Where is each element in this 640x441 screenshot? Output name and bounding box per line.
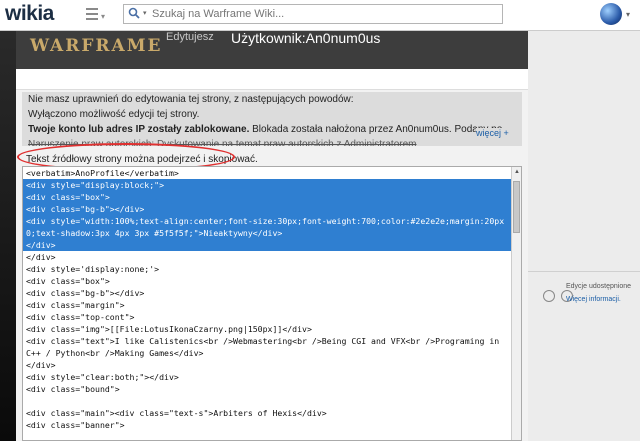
code-line: <div class="bg-b"></div>	[26, 288, 145, 298]
notice-line-1: Nie masz uprawnień do edytowania tej str…	[28, 94, 354, 105]
code-line: <div class="top-cont">	[26, 312, 135, 322]
code-line: <div class="margin">	[26, 300, 125, 310]
user-menu-chevron-icon[interactable]: ▾	[626, 10, 630, 19]
edit-toolbar-area	[16, 69, 528, 90]
code-line: <div class="box">	[26, 276, 110, 286]
site-logo[interactable]: WARFRAME	[30, 36, 163, 56]
code-line: </div>	[26, 252, 56, 262]
user-avatar-icon[interactable]	[600, 3, 622, 25]
source-text-area[interactable]: <verbatim>AnoProfile</verbatim> <div styl…	[22, 166, 522, 441]
code-line: <div class="bg-b"></div>	[26, 203, 145, 215]
code-line: <div style='display:none;'>	[26, 264, 160, 274]
block-detail: Blokada została nałożona przez An0num0us…	[249, 124, 503, 135]
block-reason-bold: Twoje konto lub adres IP zostały zabloko…	[28, 124, 250, 135]
license-more-link[interactable]: Więcej informacji.	[566, 296, 621, 303]
editing-label: Edytujesz	[166, 31, 214, 43]
code-line: <div class="text">I like Calistenics<br …	[26, 336, 500, 346]
editor-scrollbar[interactable]: ▲	[511, 167, 521, 440]
code-line: C++ / Python<br />Making Games</div>	[26, 348, 204, 358]
scrollbar-thumb[interactable]	[513, 181, 520, 233]
hamburger-menu-icon[interactable]: ▾	[86, 8, 108, 22]
search-input[interactable]	[152, 6, 492, 22]
code-line: </div>	[26, 360, 56, 370]
permission-notice: Nie masz uprawnień do edytowania tej str…	[22, 92, 522, 146]
cc-by-icon	[543, 290, 555, 302]
code-line: <verbatim>AnoProfile</verbatim>	[26, 168, 179, 178]
code-line: 0;text-shadow:3px 4px 3px #5f5f5f;">Niea…	[26, 227, 283, 239]
search-scope-chevron-icon[interactable]: ▾	[143, 9, 147, 17]
search-box[interactable]: ▾	[123, 4, 503, 24]
more-link[interactable]: więcej +	[476, 128, 509, 138]
code-line: <div class="main"><div class="text-s">Ar…	[26, 408, 327, 418]
background-art	[0, 31, 16, 441]
code-line: <div style="width:100%;text-align:center…	[26, 215, 505, 227]
code-line: </div>	[26, 239, 56, 251]
wikia-logo[interactable]: wikia	[5, 2, 54, 26]
notice-line-2: Wyłączono możliwość edycji tej strony.	[28, 109, 200, 120]
right-rail-divider	[528, 271, 640, 272]
scroll-up-arrow-icon[interactable]: ▲	[513, 168, 521, 176]
right-rail	[528, 31, 640, 441]
code-line: <div class="box">	[26, 191, 110, 203]
notice-line-3: Twoje konto lub adres IP zostały zabloko…	[28, 122, 522, 137]
page-title[interactable]: Użytkownik:An0num0us	[231, 30, 380, 46]
code-line: <div class="img">[[File:LotusIkonaCzarny…	[26, 324, 312, 334]
code-line: <div style="display:block;">	[26, 179, 165, 191]
code-line: <div class="bound">	[26, 384, 120, 394]
code-line: <div class="banner">	[26, 420, 125, 430]
license-text: Edycje udostępnione	[566, 283, 631, 290]
global-navigation: wikia ▾ ▾ ▾	[0, 0, 640, 31]
code-line: <div style="clear:both;"></div>	[26, 372, 179, 382]
search-icon[interactable]	[128, 7, 140, 19]
